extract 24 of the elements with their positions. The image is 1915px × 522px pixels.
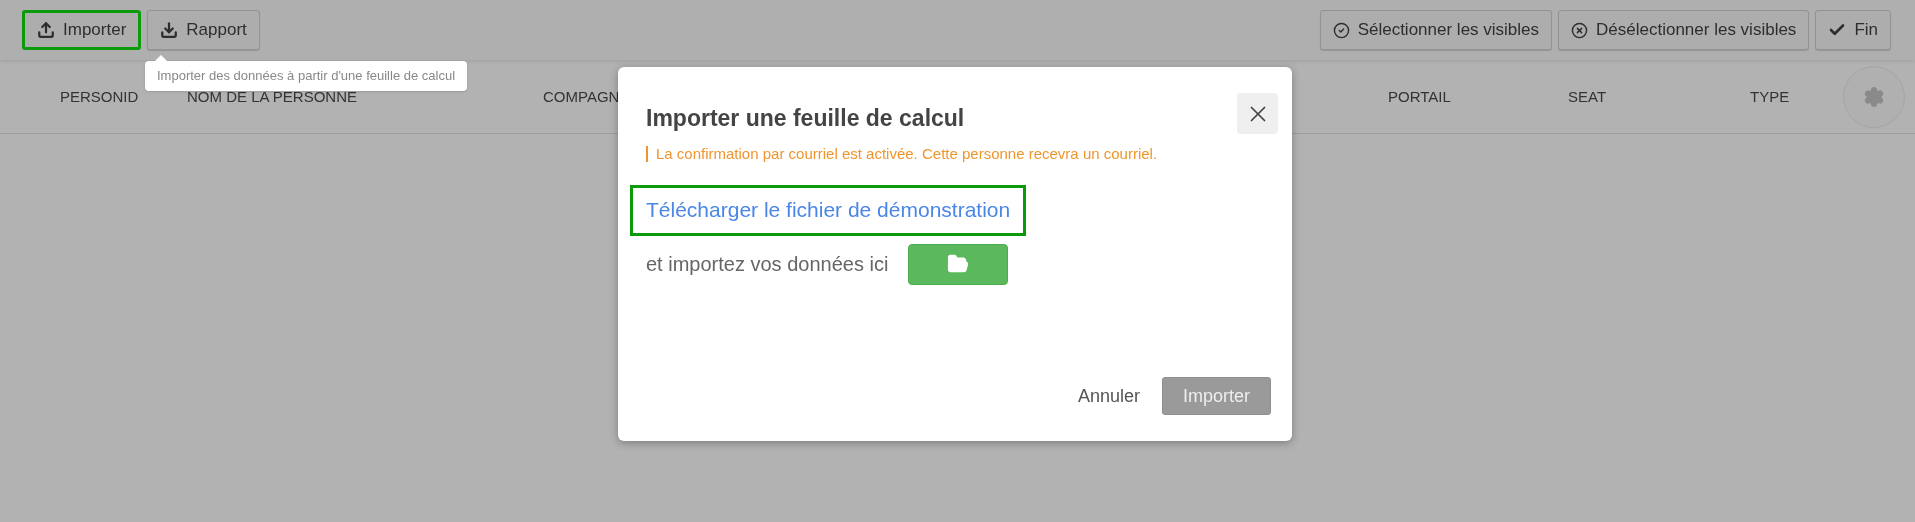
- import-prompt: et importez vos données ici: [646, 252, 889, 277]
- notice-text: La confirmation par courriel est activée. Cette personne recevra un courriel.: [646, 145, 1158, 162]
- check-circle-icon: [1332, 21, 1350, 39]
- tooltip-arrow-icon: [155, 55, 167, 61]
- upload-icon: [37, 21, 55, 39]
- column-header: COMPAGN: [543, 87, 620, 105]
- toolbar-button[interactable]: Sélectionner les visibles: [1319, 10, 1553, 50]
- toolbar-button[interactable]: Fin: [1815, 10, 1891, 50]
- download-link[interactable]: Télécharger le fichier de démonstration: [630, 184, 1027, 236]
- x-circle-icon: [1571, 21, 1589, 39]
- download-icon: [160, 21, 179, 39]
- column-header: PERSONID: [60, 87, 139, 105]
- column-header: SEAT: [1568, 87, 1607, 105]
- column-header: TYPE: [1750, 87, 1790, 105]
- close-button[interactable]: [1237, 93, 1278, 134]
- dialog-title: Importer une feuille de calcul: [646, 104, 965, 133]
- toolbar-button[interactable]: Désélectionner les visibles: [1558, 10, 1810, 50]
- folder-icon: [947, 253, 970, 275]
- file-picker-button[interactable]: [908, 243, 1009, 285]
- column-header: PORTAIL: [1388, 87, 1451, 105]
- settings-icon: [1863, 85, 1885, 108]
- toolbar-button[interactable]: Importer: [22, 10, 142, 50]
- toolbar-button[interactable]: Rapport: [147, 10, 260, 50]
- cancel-button[interactable]: Annuler: [1077, 382, 1140, 410]
